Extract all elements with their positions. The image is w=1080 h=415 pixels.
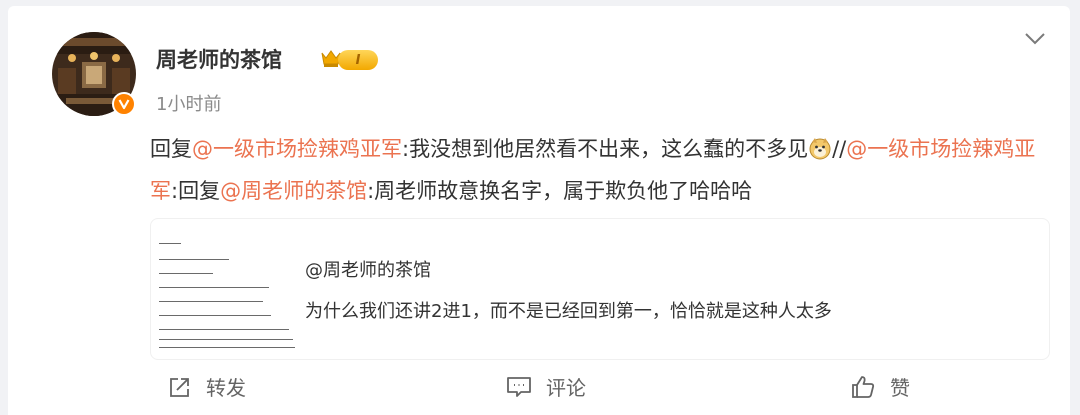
like-button[interactable]: 赞 xyxy=(850,372,910,401)
content-text: :回复 xyxy=(171,179,221,203)
doge-emoji-icon xyxy=(809,138,831,160)
quoted-post-thumbnail[interactable] xyxy=(159,229,295,349)
repost-icon xyxy=(170,377,189,397)
reply-prefix: 回复 xyxy=(150,137,192,161)
post-content: 回复@一级市场捡辣鸡亚军:我没想到他居然看不出来，这么蠢的不多见 //@一级市场… xyxy=(150,128,1050,212)
mention-link[interactable]: @一级市场捡辣鸡亚军 xyxy=(192,137,402,161)
quoted-post[interactable]: @周老师的茶馆 为什么我们还讲2进1，而不是已经回到第一，恰恰就是这种人太多 xyxy=(150,218,1050,360)
comment-label: 评论 xyxy=(546,376,586,400)
like-icon xyxy=(852,375,875,398)
separator: // xyxy=(832,137,847,161)
content-text: :我没想到他居然看不出来，这么蠢的不多见 xyxy=(402,137,809,161)
quoted-text: 为什么我们还讲2进1，而不是已经回到第一，恰恰就是这种人太多 xyxy=(305,301,832,322)
comment-icon xyxy=(507,376,531,397)
post-time[interactable]: 1小时前 xyxy=(156,90,221,116)
content-text: :周老师故意换名字，属于欺负他了哈哈哈 xyxy=(367,179,753,203)
comment-button[interactable]: 评论 xyxy=(506,372,586,401)
action-bar: 转发 评论 赞 xyxy=(8,358,1070,415)
like-label: 赞 xyxy=(890,376,910,400)
repost-label: 转发 xyxy=(206,376,246,400)
chevron-down-icon[interactable] xyxy=(1024,32,1046,46)
post-card: 周老师的茶馆 I 1小时前 回复@一级市场捡辣鸡亚军:我没想到他居然看不出来，这… xyxy=(8,6,1070,415)
level-badge[interactable]: I xyxy=(338,50,378,70)
repost-button[interactable]: 转发 xyxy=(168,372,246,401)
quoted-author[interactable]: @周老师的茶馆 xyxy=(305,256,431,282)
author-name[interactable]: 周老师的茶馆 xyxy=(156,44,282,74)
mention-link[interactable]: @周老师的茶馆 xyxy=(220,179,367,203)
verified-icon xyxy=(112,92,136,116)
